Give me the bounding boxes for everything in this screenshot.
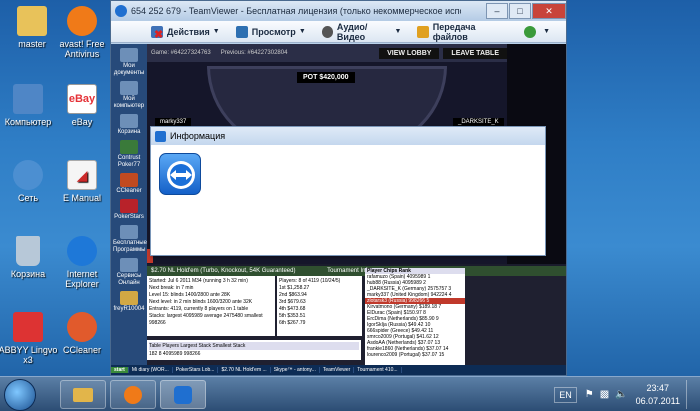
remote-icon-computer[interactable]: Мой компьютер [113,81,145,110]
remote-task[interactable]: PokerStars Lob... [173,367,219,373]
remote-task[interactable]: Mi diary (WOR... [129,367,173,373]
remote-start-button[interactable]: start [111,367,129,373]
recycle-bin-icon [16,236,40,266]
remote-task[interactable]: TeamViewer [320,367,355,373]
player-seat-right: _DARKSITE_K [453,118,504,126]
teamviewer-small-icon [155,130,166,142]
teamviewer-toolbar: ✖ Действия ▼ Просмотр ▼ Аудио/Видео ▼ Перед… [111,21,566,43]
extras-menu[interactable]: ▼ [524,25,550,38]
teamviewer-logo-icon [159,153,201,195]
desktop-icon-network[interactable]: Сеть [0,160,58,203]
view-lobby-button[interactable]: VIEW LOBBY [379,47,440,59]
ccleaner-icon [67,312,97,342]
remote-icon-poker77[interactable]: Contrust Poker77 [113,140,145,169]
volume-icon[interactable]: 🔈 [615,389,627,400]
book-icon [13,312,43,342]
windows-taskbar: EN ⚑ ▩ 🔈 23:47 06.07.2011 [0,376,700,411]
folder-icon [17,6,47,36]
file-transfer-menu[interactable]: Передача файлов [417,22,508,42]
remote-desktop-icons: Мои документы Мой компьютер Корзина Cont… [111,44,147,375]
remote-task[interactable]: Skype™ - antony... [271,367,320,373]
desktop-icon-avast[interactable]: avast! Free Antivirus [52,6,112,59]
tournament-info-panel: Started: Jul 6 2011 M34 (running 3 h 32 … [147,276,275,336]
internet-explorer-icon [67,236,97,266]
headset-icon [321,25,333,38]
teamviewer-logo-icon [115,5,127,17]
network-icon[interactable]: ▩ [600,389,609,400]
file-transfer-icon [417,25,429,38]
remote-icon-documents[interactable]: Мои документы [113,48,145,77]
remote-taskbar: start Mi diary (WOR... PokerStars Lob...… [111,365,566,375]
language-indicator[interactable]: EN [554,386,577,403]
folder-icon [73,388,93,402]
remote-icon-folder[interactable]: freyR10004 [113,291,145,313]
desktop: master avast! Free Antivirus Компьютер e… [0,0,110,376]
view-menu[interactable]: Просмотр ▼ [235,25,306,38]
remote-task[interactable]: $2.70 NL Hold'em ... [218,367,271,373]
remote-icon-pokerstars[interactable]: PokerStars [113,199,145,221]
taskbar-media-player[interactable] [110,380,156,409]
pdf-icon: ◢ [67,160,97,190]
close-session-icon[interactable]: ✖ [154,28,163,41]
desktop-icon-ccleaner[interactable]: CCleaner [52,312,112,355]
extras-icon [524,25,537,38]
start-button[interactable] [4,379,36,411]
taskbar-explorer[interactable] [60,380,106,409]
audio-video-menu[interactable]: Аудио/Видео ▼ [321,22,401,42]
close-button[interactable]: ✕ [532,3,566,19]
tables-panel[interactable]: Table Players Largest Stack Smallest Sta… [147,340,361,360]
players-list[interactable]: Player Chips Rank rafamuzo (Spain) 40959… [365,268,465,368]
information-dialog[interactable]: Информация [150,126,546,256]
leave-table-button[interactable]: LEAVE TABLE [443,47,507,59]
maximize-button[interactable]: □ [509,3,531,19]
pot-amount: POT $420,000 [297,72,355,83]
desktop-icon-emanual[interactable]: ◢ E Manual [52,160,112,203]
teamviewer-icon [174,386,192,404]
desktop-icon-abbyy[interactable]: ABBYY Lingvo x3 [0,312,58,365]
system-tray: EN ⚑ ▩ 🔈 23:47 06.07.2011 [554,380,696,409]
list-item[interactable]: lourenco2009 (Portugal) $37.07 15 [365,352,465,358]
remote-icon-recycle[interactable]: Корзина [113,114,145,136]
poker-table-header: Game: #64227324763 Previous: #6422730280… [147,44,507,62]
show-desktop-button[interactable] [686,380,696,409]
desktop-icon-ie[interactable]: Internet Explorer [52,236,112,289]
tournament-lobby[interactable]: $2.70 NL Hold'em (Turbo, Knockout, 54K G… [147,266,566,375]
remote-icon-ccleaner[interactable]: CCleaner [113,173,145,195]
minimize-button[interactable]: – [486,3,508,19]
remote-task[interactable]: Tournament 410... [354,367,402,373]
desktop-icon-recycle-bin[interactable]: Корзина [0,236,58,279]
media-player-icon [124,386,142,404]
remote-icon-online-services[interactable]: Сервисы Онлайн [113,258,145,287]
network-icon [13,160,43,190]
monitor-icon [235,25,248,38]
desktop-icon-computer[interactable]: Компьютер [0,84,58,127]
player-seat-left: marky337 [155,118,192,126]
computer-icon [13,84,43,114]
payouts-panel: Players: 8 of 4119 (10/24/5) 1st $1,258.… [277,276,362,336]
clock[interactable]: 23:47 06.07.2011 [636,382,680,408]
avast-icon [67,6,97,36]
remote-icon-free-programs[interactable]: Бесплатные Программы [113,225,147,254]
flag-icon[interactable]: ⚑ [585,389,594,400]
ebay-icon: eBay [67,84,97,114]
desktop-icon-ebay[interactable]: eBay eBay [52,84,112,127]
window-titlebar[interactable]: 654 252 679 - TeamViewer - Бесплатная ли… [111,1,566,21]
taskbar-teamviewer[interactable] [160,380,206,409]
dialog-body [151,145,545,255]
dialog-titlebar[interactable]: Информация [151,127,545,145]
lobby-title: $2.70 NL Hold'em (Turbo, Knockout, 54K G… [147,266,566,276]
